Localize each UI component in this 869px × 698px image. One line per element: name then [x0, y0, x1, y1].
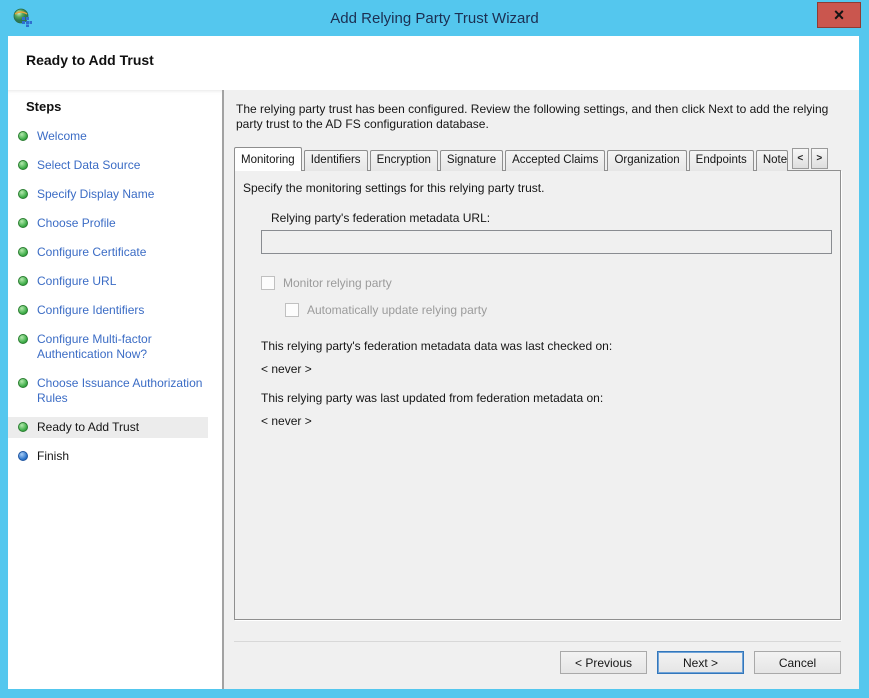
- close-icon: ×: [833, 5, 845, 25]
- step-specify-display-name[interactable]: Specify Display Name: [8, 184, 208, 205]
- wizard-window: Add Relying Party Trust Wizard × Ready t…: [0, 0, 869, 698]
- step-label: Configure Certificate: [37, 245, 147, 259]
- tab-signature[interactable]: Signature: [439, 150, 504, 171]
- wizard-body: Steps Welcome Select Data Source Specify D…: [8, 90, 859, 689]
- step-label: Choose Issuance Authorization Rules: [37, 376, 203, 405]
- step-label: Welcome: [37, 129, 87, 143]
- metadata-url-label: Relying party's federation metadata URL:: [271, 211, 491, 225]
- tab-scroll-right-button[interactable]: >: [810, 148, 828, 169]
- tab-monitoring[interactable]: Monitoring: [234, 147, 302, 171]
- next-button[interactable]: Next >: [657, 651, 744, 674]
- step-configure-identifiers[interactable]: Configure Identifiers: [8, 300, 208, 321]
- cancel-button[interactable]: Cancel: [754, 651, 841, 674]
- tab-encryption[interactable]: Encryption: [369, 150, 438, 171]
- chevron-right-icon: >: [816, 152, 823, 164]
- monitor-relying-party-checkbox[interactable]: Monitor relying party: [261, 276, 824, 290]
- tab-scroll-left-button[interactable]: <: [791, 148, 809, 169]
- step-label: Ready to Add Trust: [37, 420, 140, 434]
- checkbox-icon: [285, 303, 299, 317]
- close-button[interactable]: ×: [817, 2, 861, 28]
- previous-button[interactable]: < Previous: [560, 651, 647, 674]
- monitoring-settings-section: Relying party's federation metadata URL:…: [261, 211, 832, 428]
- last-updated-label: This relying party was last updated from…: [261, 391, 604, 405]
- tab-endpoints[interactable]: Endpoints: [688, 150, 754, 171]
- wizard-client-area: Ready to Add Trust Steps Welcome Select D…: [8, 36, 859, 689]
- step-finish[interactable]: Finish: [8, 446, 208, 467]
- green-status-dot-icon: [18, 334, 28, 344]
- last-checked-label: This relying party's federation metadata…: [261, 339, 613, 353]
- checkbox-label: Automatically update relying party: [307, 303, 488, 317]
- steps-list: Welcome Select Data Source Specify Display…: [8, 126, 208, 467]
- green-status-dot-icon: [18, 276, 28, 286]
- step-label: Specify Display Name: [37, 187, 155, 201]
- last-updated-value: < never >: [261, 414, 312, 428]
- step-label: Configure URL: [37, 274, 117, 288]
- green-status-dot-icon: [18, 160, 28, 170]
- tab-identifiers[interactable]: Identifiers: [303, 150, 368, 171]
- green-status-dot-icon: [18, 131, 28, 141]
- tab-accepted-claims[interactable]: Accepted Claims: [505, 150, 606, 171]
- step-label: Configure Identifiers: [37, 303, 145, 317]
- step-configure-url[interactable]: Configure URL: [8, 271, 208, 292]
- step-configure-multi-factor-authentication-now[interactable]: Configure Multi-factor Authentication No…: [8, 329, 208, 365]
- step-ready-to-add-trust[interactable]: Ready to Add Trust: [8, 417, 208, 438]
- content-pane: The relying party trust has been configu…: [224, 90, 859, 689]
- page-title: Ready to Add Trust: [26, 52, 154, 68]
- step-choose-profile[interactable]: Choose Profile: [8, 213, 208, 234]
- green-status-dot-icon: [18, 422, 28, 432]
- page-header: Ready to Add Trust: [8, 36, 859, 90]
- blue-status-dot-icon: [18, 451, 28, 461]
- chevron-left-icon: <: [797, 152, 804, 164]
- checkbox-icon: [261, 276, 275, 290]
- panel-description: Specify the monitoring settings for this…: [243, 181, 545, 195]
- tab-strip: Monitoring Identifiers Encryption Signature…: [234, 145, 841, 171]
- steps-sidebar: Steps Welcome Select Data Source Specify D…: [8, 90, 222, 689]
- auto-update-relying-party-checkbox[interactable]: Automatically update relying party: [285, 303, 824, 317]
- steps-heading: Steps: [26, 99, 62, 114]
- window-title: Add Relying Party Trust Wizard: [330, 9, 539, 27]
- tab-notes[interactable]: Notes: [755, 150, 788, 171]
- step-welcome[interactable]: Welcome: [8, 126, 208, 147]
- step-label: Finish: [37, 449, 70, 463]
- step-label: Select Data Source: [37, 158, 141, 172]
- step-choose-issuance-authorization-rules[interactable]: Choose Issuance Authorization Rules: [8, 373, 208, 409]
- tab-organization[interactable]: Organization: [607, 150, 687, 171]
- step-label: Choose Profile: [37, 216, 116, 230]
- green-status-dot-icon: [18, 378, 28, 388]
- titlebar[interactable]: Add Relying Party Trust Wizard ×: [0, 0, 869, 36]
- green-status-dot-icon: [18, 189, 28, 199]
- checkbox-label: Monitor relying party: [283, 276, 392, 290]
- step-select-data-source[interactable]: Select Data Source: [8, 155, 208, 176]
- tabs: Monitoring Identifiers Encryption Signature…: [234, 147, 790, 171]
- green-status-dot-icon: [18, 305, 28, 315]
- wizard-button-bar: < Previous Next > Cancel: [234, 641, 841, 674]
- step-configure-certificate[interactable]: Configure Certificate: [8, 242, 208, 263]
- green-status-dot-icon: [18, 247, 28, 257]
- metadata-url-input[interactable]: [261, 230, 832, 254]
- monitoring-tab-panel: Specify the monitoring settings for this…: [234, 170, 841, 620]
- step-label: Configure Multi-factor Authentication No…: [37, 332, 152, 361]
- last-checked-value: < never >: [261, 362, 312, 376]
- green-status-dot-icon: [18, 218, 28, 228]
- intro-text: The relying party trust has been configu…: [236, 102, 829, 131]
